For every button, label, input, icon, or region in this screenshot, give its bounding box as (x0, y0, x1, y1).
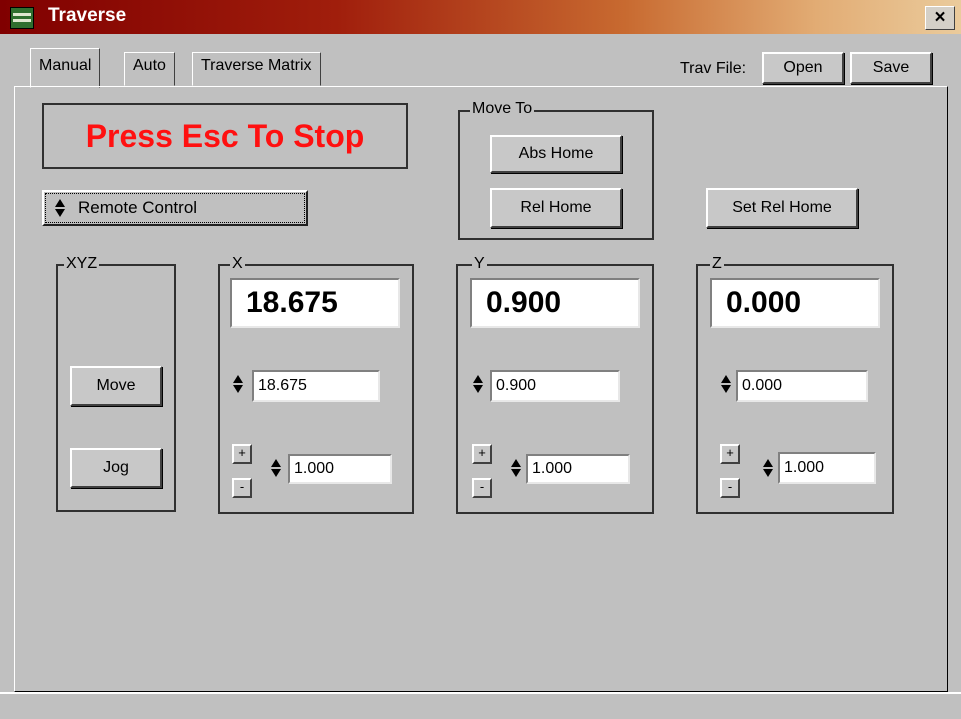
y-step-input[interactable]: 1.000 (526, 454, 630, 484)
y-position-input[interactable]: 0.900 (490, 370, 620, 402)
abs-home-button[interactable]: Abs Home (490, 135, 622, 173)
move-to-group-label: Move To (470, 100, 535, 118)
title-bar (0, 0, 961, 34)
tab-traverse-matrix[interactable]: Traverse Matrix (192, 52, 321, 86)
close-button[interactable]: × (925, 6, 955, 30)
x-axis-group-label: X (230, 255, 245, 273)
status-bar (0, 692, 961, 719)
rel-home-button[interactable]: Rel Home (490, 188, 622, 228)
z-position-display: 0.000 (710, 278, 880, 328)
y-step-spin-icon[interactable] (510, 458, 522, 478)
tab-manual[interactable]: Manual (30, 48, 101, 88)
y-step-minus-button[interactable]: - (472, 478, 492, 498)
tab-auto[interactable]: Auto (124, 52, 175, 86)
trav-file-label: Trav File: (680, 60, 747, 77)
jog-button[interactable]: Jog (70, 448, 162, 488)
y-axis-group-label: Y (472, 255, 487, 273)
updown-icon[interactable] (54, 198, 66, 218)
z-step-minus-button[interactable]: - (720, 478, 740, 498)
control-mode-value: Remote Control (78, 198, 198, 217)
save-button[interactable]: Save (850, 52, 932, 84)
open-button[interactable]: Open (762, 52, 844, 84)
y-step-plus-button[interactable]: + (472, 444, 492, 464)
z-step-spin-icon[interactable] (762, 458, 774, 478)
x-step-spin-icon[interactable] (270, 458, 282, 478)
x-position-display: 18.675 (230, 278, 400, 328)
set-rel-home-button[interactable]: Set Rel Home (706, 188, 858, 228)
z-position-input[interactable]: 0.000 (736, 370, 868, 402)
x-step-plus-button[interactable]: + (232, 444, 252, 464)
z-axis-group-label: Z (710, 255, 724, 273)
x-step-input[interactable]: 1.000 (288, 454, 392, 484)
move-button[interactable]: Move (70, 366, 162, 406)
x-step-minus-button[interactable]: - (232, 478, 252, 498)
z-step-plus-button[interactable]: + (720, 444, 740, 464)
y-position-spin-icon[interactable] (472, 374, 484, 394)
z-position-spin-icon[interactable] (720, 374, 732, 394)
x-position-spin-icon[interactable] (232, 374, 244, 394)
x-position-input[interactable]: 18.675 (252, 370, 380, 402)
stop-message: Press Esc To Stop (42, 103, 408, 169)
control-mode-select[interactable]: Remote Control (42, 190, 308, 226)
window-title: Traverse (48, 5, 127, 26)
xyz-group-label: XYZ (64, 255, 100, 273)
app-icon (10, 7, 34, 29)
y-position-display: 0.900 (470, 278, 640, 328)
z-step-input[interactable]: 1.000 (778, 452, 876, 484)
